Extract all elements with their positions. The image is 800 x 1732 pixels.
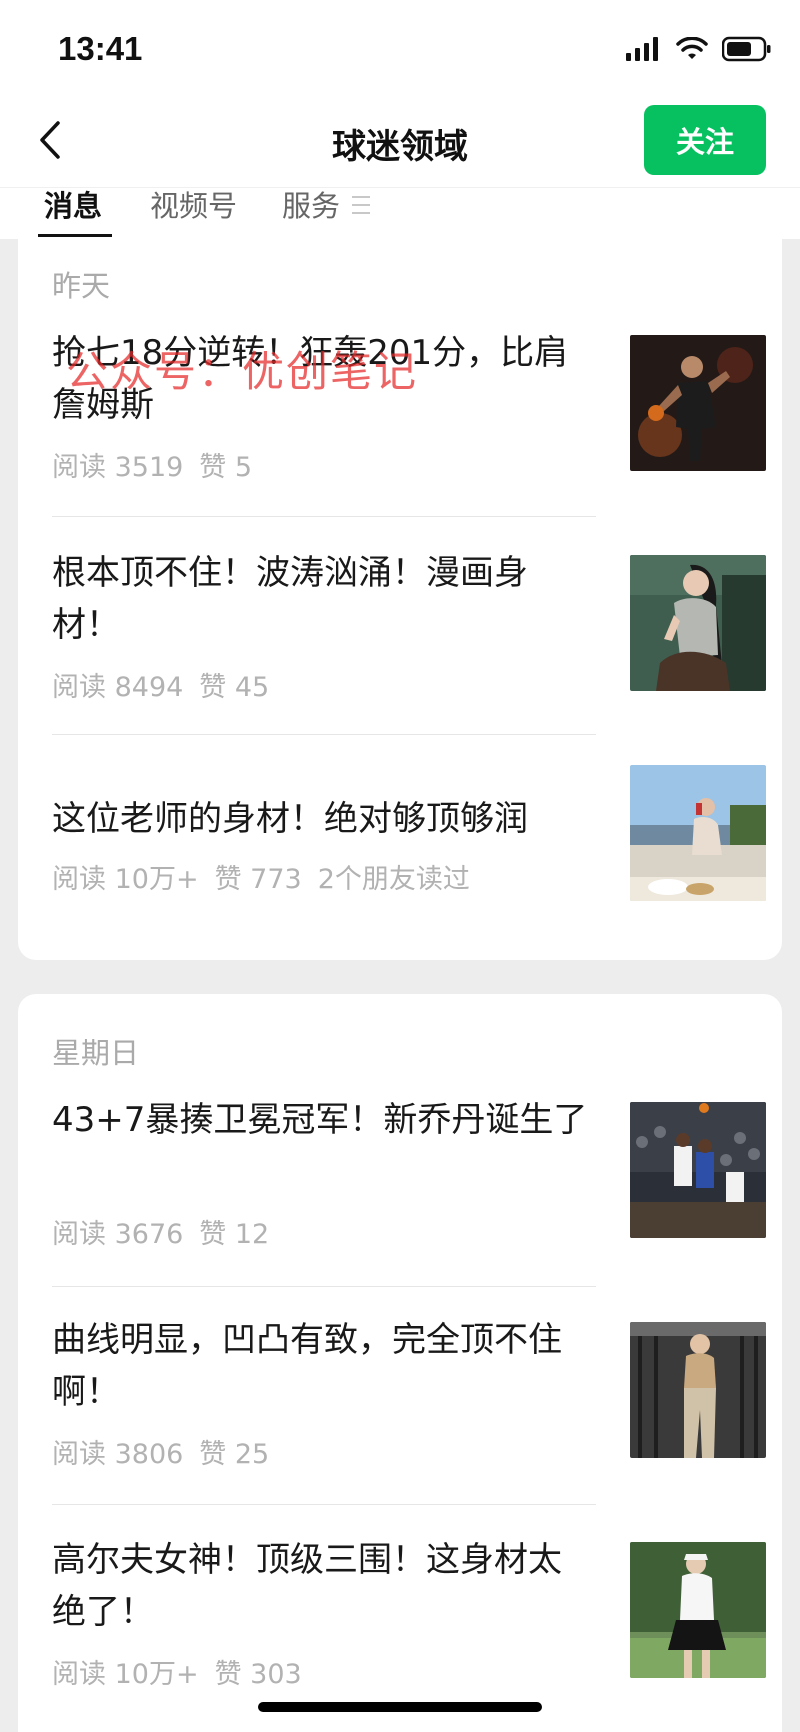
status-time: 13:41 — [58, 30, 143, 67]
basketball-game-photo — [630, 1102, 766, 1238]
article-item[interactable]: 这位老师的身材！绝对够顶够润 阅读 10万+ 赞 773 2个朋友读过 — [52, 757, 766, 927]
article-meta: 阅读 3676 赞 12 — [52, 1212, 285, 1251]
date-label: 昨天 — [52, 269, 111, 303]
article-title: 根本顶不住！波涛汹涌！漫画身材！ — [52, 553, 528, 645]
tab-messages[interactable]: 消息 — [44, 188, 102, 236]
nav-bar: 球迷领域 关注 — [0, 95, 800, 187]
woman-photo — [630, 555, 766, 691]
tab-bar: 消息 视频号 服务 — [0, 187, 800, 239]
basketball-player-photo — [630, 335, 766, 471]
divider — [52, 1504, 596, 1505]
golf-photo — [630, 1542, 766, 1678]
read-count: 阅读 8494 — [52, 672, 184, 703]
friends-read: 2个朋友读过 — [317, 864, 470, 895]
article-title: 曲线明显，凹凸有致，完全顶不住啊！ — [52, 1320, 562, 1412]
follow-button[interactable]: 关注 — [644, 105, 766, 175]
home-indicator[interactable] — [258, 1702, 542, 1712]
signal-icon — [626, 37, 658, 61]
article-title: 高尔夫女神！顶级三围！这身材太绝了！ — [52, 1540, 562, 1632]
divider — [52, 516, 596, 517]
read-count: 阅读 3519 — [52, 452, 184, 483]
article-item[interactable]: 43+7暴揍卫冕冠军！新乔丹诞生了 阅读 3676 赞 12 — [52, 1094, 766, 1250]
divider — [52, 734, 596, 735]
like-count: 赞 25 — [199, 1439, 270, 1470]
status-bar: 13:41 — [0, 0, 800, 95]
read-count: 阅读 3806 — [52, 1439, 184, 1470]
status-icons — [626, 34, 772, 64]
article-item[interactable]: 曲线明显，凹凸有致，完全顶不住啊！ 阅读 3806 赞 25 — [52, 1314, 766, 1470]
message-group-card: 昨天 抢七18分逆转！狂轰201分，比肩詹姆斯 阅读 3519 赞 5 根本顶不住… — [18, 237, 782, 960]
read-count: 阅读 10万+ — [52, 864, 199, 895]
article-meta: 阅读 10万+ 赞 303 — [52, 1652, 318, 1691]
tab-channels[interactable]: 视频号 — [150, 188, 237, 236]
article-meta: 阅读 3806 赞 25 — [52, 1432, 285, 1471]
like-count: 赞 12 — [199, 1219, 270, 1250]
article-meta: 阅读 10万+ 赞 773 2个朋友读过 — [52, 857, 486, 896]
like-count: 赞 5 — [199, 452, 253, 483]
article-title: 43+7暴揍卫冕冠军！新乔丹诞生了 — [52, 1100, 588, 1140]
article-item[interactable]: 高尔夫女神！顶级三围！这身材太绝了！ 阅读 10万+ 赞 303 — [52, 1534, 766, 1690]
read-count: 阅读 10万+ — [52, 1659, 199, 1690]
divider — [52, 1286, 596, 1287]
date-label: 星期日 — [52, 1036, 140, 1070]
like-count: 赞 45 — [199, 672, 270, 703]
like-count: 赞 303 — [214, 1659, 302, 1690]
tab-services[interactable]: 服务 — [282, 188, 340, 236]
menu-icon[interactable] — [352, 196, 370, 220]
message-group-card: 星期日 43+7暴揍卫冕冠军！新乔丹诞生了 阅读 3676 赞 12 曲线明显，凹… — [18, 994, 782, 1732]
gym-photo — [630, 1322, 766, 1458]
article-item[interactable]: 抢七18分逆转！狂轰201分，比肩詹姆斯 阅读 3519 赞 5 — [52, 327, 766, 483]
article-title: 这位老师的身材！绝对够顶够润 — [52, 799, 528, 839]
article-meta: 阅读 3519 赞 5 — [52, 445, 268, 484]
like-count: 赞 773 — [214, 864, 302, 895]
battery-icon — [722, 36, 771, 62]
article-item[interactable]: 根本顶不住！波涛汹涌！漫画身材！ 阅读 8494 赞 45 — [52, 547, 766, 703]
article-title: 抢七18分逆转！狂轰201分，比肩詹姆斯 — [52, 333, 569, 425]
read-count: 阅读 3676 — [52, 1219, 184, 1250]
poolside-photo — [630, 765, 766, 901]
article-meta: 阅读 8494 赞 45 — [52, 665, 285, 704]
wifi-icon — [676, 37, 708, 59]
